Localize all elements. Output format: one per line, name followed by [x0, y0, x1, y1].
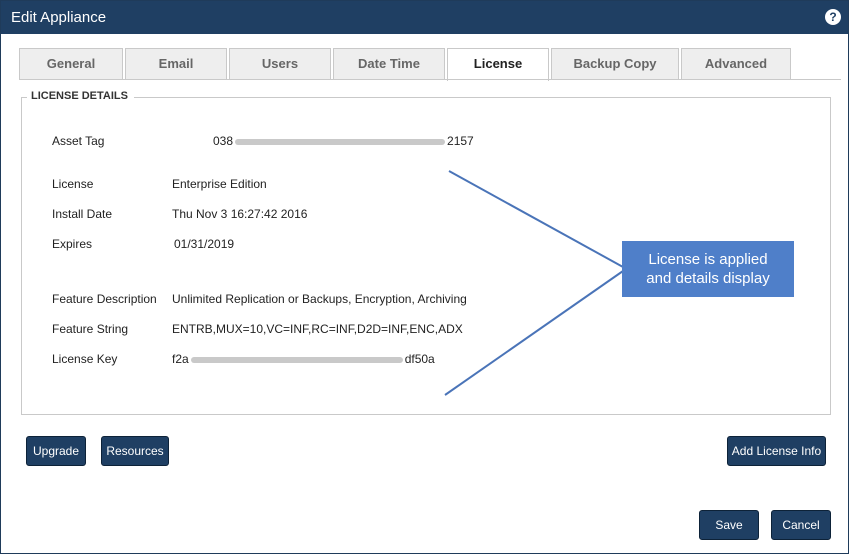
callout-line-2: and details display	[646, 270, 770, 287]
upgrade-button[interactable]: Upgrade	[26, 436, 86, 466]
cancel-button[interactable]: Cancel	[771, 510, 831, 540]
add-license-info-button[interactable]: Add License Info	[727, 436, 826, 466]
save-button[interactable]: Save	[699, 510, 759, 540]
callout-box: License is applied and details display	[622, 241, 794, 297]
callout-line-1: License is applied	[648, 251, 768, 268]
edit-appliance-dialog: Edit Appliance ? General Email Users Dat…	[0, 0, 849, 554]
arrow-to-asset-tag	[448, 170, 624, 268]
arrow-to-license-key	[444, 270, 624, 396]
resources-button[interactable]: Resources	[101, 436, 169, 466]
